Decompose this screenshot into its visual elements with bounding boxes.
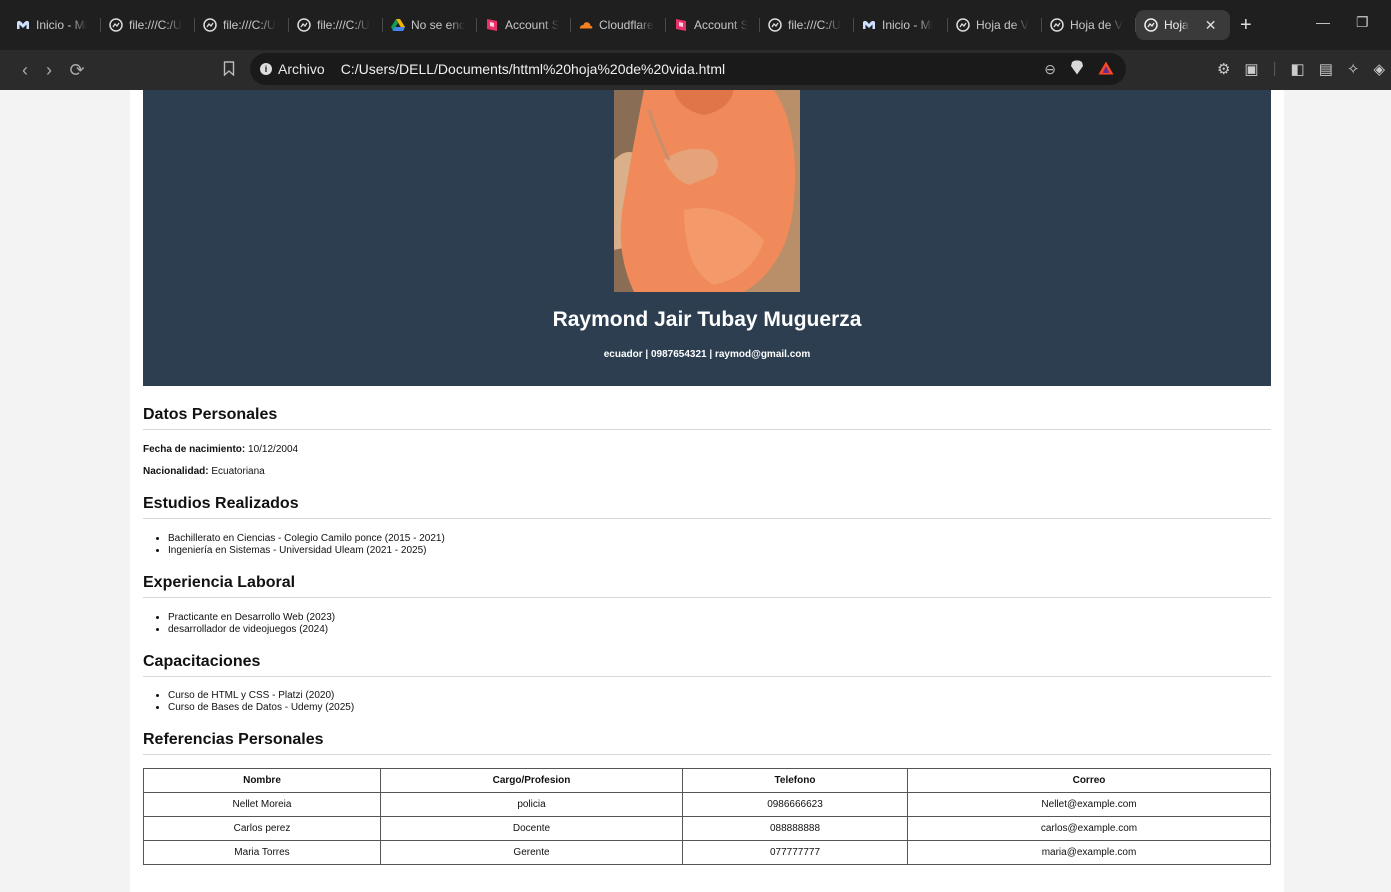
tab[interactable]: Cloudflare (571, 10, 666, 40)
tab[interactable]: file:///C:/U (101, 10, 195, 40)
tab[interactable]: file:///C:/U (760, 10, 854, 40)
minimize-icon[interactable]: — (1316, 14, 1330, 30)
cloud-icon (579, 18, 593, 32)
globe-icon (1144, 18, 1158, 32)
column-header: Nombre (143, 768, 381, 793)
screenshot-icon[interactable]: ▣ (1244, 60, 1258, 78)
studies-list: Bachillerato en Ciencias - Colegio Camil… (143, 533, 1271, 557)
drive-icon (391, 18, 405, 32)
column-header: Correo (907, 768, 1271, 793)
table-row: Carlos perez Docente 088888888 carlos@ex… (143, 816, 1271, 841)
section-title-studies: Estudios Realizados (143, 495, 1271, 519)
tab[interactable]: Hoja de V (1042, 10, 1136, 40)
url-scheme-label: Archivo (278, 61, 325, 77)
nationality-value: Ecuatoriana (211, 466, 265, 477)
candidate-name: Raymond Jair Tubay Muguerza (552, 308, 862, 331)
toolbar-divider: | (1272, 60, 1277, 77)
table-row: Maria Torres Gerente 077777777 maria@exa… (143, 840, 1271, 865)
table-cell: Gerente (380, 840, 683, 865)
bookmark-icon[interactable] (216, 60, 242, 81)
tab[interactable]: Account S (477, 10, 571, 40)
table-cell: maria@example.com (907, 840, 1271, 865)
extensions-icon[interactable]: ⚙ (1217, 60, 1230, 78)
vpn-icon[interactable]: ◈ (1373, 60, 1385, 78)
nationality-label: Nacionalidad: (143, 466, 209, 477)
sidebar-icon[interactable]: ◧ (1291, 60, 1305, 78)
globe-icon (297, 18, 311, 32)
tab[interactable]: Inicio - Mi (8, 10, 101, 40)
zoom-icon[interactable]: ⊖ (1044, 61, 1056, 78)
resume-header: Raymond Jair Tubay Muguerza ecuador | 09… (143, 90, 1271, 386)
table-cell: 088888888 (682, 816, 908, 841)
list-item: Curso de Bases de Datos - Udemy (2025) (168, 702, 1271, 714)
m-logo-icon (16, 18, 30, 32)
tab[interactable]: Account S (666, 10, 760, 40)
page-viewport: Raymond Jair Tubay Muguerza ecuador | 09… (0, 90, 1391, 892)
list-item: Bachillerato en Ciencias - Colegio Camil… (168, 533, 1271, 545)
resume-page: Raymond Jair Tubay Muguerza ecuador | 09… (130, 90, 1284, 892)
info-icon[interactable]: i (260, 63, 272, 75)
address-bar: ‹ › ⟳ i Archivo C:/Users/DELL/Documents/… (0, 50, 1391, 90)
resume-body: Datos Personales Fecha de nacimiento: 10… (143, 386, 1271, 865)
tab[interactable]: Hoja de V (948, 10, 1042, 40)
tab[interactable]: Inicio - Mi (854, 10, 948, 40)
url-text[interactable]: C:/Users/DELL/Documents/httml%20hoja%20d… (341, 61, 725, 77)
globe-icon (956, 18, 970, 32)
table-cell: policia (380, 792, 683, 817)
tab-strip: Inicio - Mi file:///C:/U file:///C:/U fi… (0, 0, 1391, 50)
m-logo-icon (862, 18, 876, 32)
shield-icon (674, 18, 688, 32)
table-row: Nellet Moreia policia 0986666623 Nellet@… (143, 792, 1271, 817)
restore-icon[interactable]: ❐ (1356, 14, 1369, 31)
tab[interactable]: No se enc (383, 10, 477, 40)
profile-photo (614, 90, 800, 292)
candidate-contact: ecuador | 0987654321 | raymod@gmail.com (603, 349, 811, 360)
table-cell: Carlos perez (143, 816, 381, 841)
birth-date-value: 10/12/2004 (248, 444, 299, 455)
section-title-experience: Experiencia Laboral (143, 574, 1271, 598)
table-cell: Nellet@example.com (907, 792, 1271, 817)
nationality-field: Nacionalidad: Ecuatoriana (143, 466, 1271, 477)
globe-icon (109, 18, 123, 32)
table-cell: Nellet Moreia (143, 792, 381, 817)
section-title-references: Referencias Personales (143, 731, 1271, 755)
brave-rewards-icon[interactable] (1098, 61, 1114, 78)
brave-shield-icon[interactable] (1070, 60, 1084, 78)
tab[interactable]: file:///C:/U (289, 10, 383, 40)
shield-icon (485, 18, 499, 32)
list-item: Ingeniería en Sistemas - Universidad Ule… (168, 545, 1271, 557)
section-title-personal: Datos Personales (143, 406, 1271, 430)
list-item: desarrollador de videojuegos (2024) (168, 624, 1271, 636)
table-cell: 0986666623 (682, 792, 908, 817)
reload-icon[interactable]: ⟳ (64, 60, 90, 81)
globe-icon (203, 18, 217, 32)
table-cell: Maria Torres (143, 840, 381, 865)
birth-date-label: Fecha de nacimiento: (143, 444, 246, 455)
experience-list: Practicante en Desarrollo Web (2023) des… (143, 612, 1271, 636)
tab[interactable]: file:///C:/U (195, 10, 289, 40)
birth-date-field: Fecha de nacimiento: 10/12/2004 (143, 444, 1271, 455)
forward-icon[interactable]: › (36, 60, 62, 81)
tab-active[interactable]: Hoja ✕ (1136, 10, 1230, 40)
section-title-training: Capacitaciones (143, 653, 1271, 677)
column-header: Telefono (682, 768, 908, 793)
globe-icon (1050, 18, 1064, 32)
leo-ai-icon[interactable]: ✧ (1347, 60, 1360, 78)
list-item: Curso de HTML y CSS - Platzi (2020) (168, 690, 1271, 702)
table-cell: carlos@example.com (907, 816, 1271, 841)
back-icon[interactable]: ‹ (12, 60, 38, 81)
globe-icon (768, 18, 782, 32)
table-cell: 077777777 (682, 840, 908, 865)
training-list: Curso de HTML y CSS - Platzi (2020) Curs… (143, 690, 1271, 714)
close-tab-icon[interactable]: ✕ (1205, 17, 1217, 34)
references-table: Nombre Cargo/Profesion Telefono Correo N… (143, 768, 1271, 865)
column-header: Cargo/Profesion (380, 768, 683, 793)
table-cell: Docente (380, 816, 683, 841)
table-header-row: Nombre Cargo/Profesion Telefono Correo (143, 768, 1271, 793)
url-field[interactable]: i Archivo C:/Users/DELL/Documents/httml%… (250, 53, 1126, 85)
list-item: Practicante en Desarrollo Web (2023) (168, 612, 1271, 624)
wallet-icon[interactable]: ▤ (1319, 60, 1333, 78)
new-tab-button[interactable]: + (1240, 14, 1252, 37)
